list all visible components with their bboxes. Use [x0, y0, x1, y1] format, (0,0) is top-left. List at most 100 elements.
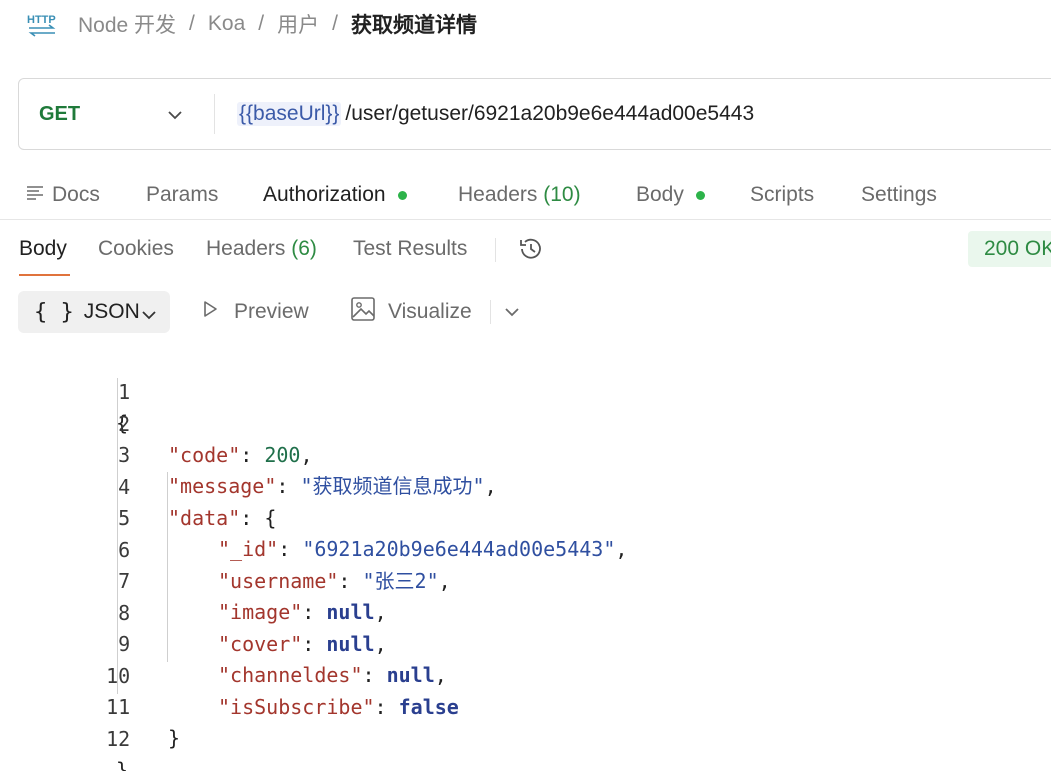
- breadcrumb-item-koa[interactable]: Koa: [208, 12, 245, 36]
- code-line: 4 "data": {: [0, 441, 276, 530]
- json-keyword: false: [398, 695, 459, 719]
- tab-docs-label: Docs: [52, 183, 100, 206]
- tab-params[interactable]: Params: [146, 178, 218, 212]
- tab-body[interactable]: Body: [636, 178, 705, 212]
- response-tab-body[interactable]: Body: [19, 234, 67, 264]
- line-number: 2: [118, 412, 131, 436]
- json-key: "data": [168, 506, 241, 530]
- active-tab-underline: [19, 274, 70, 276]
- line-number: 1: [118, 380, 131, 404]
- code-line: 9 "channeldes": null,: [0, 598, 447, 687]
- format-select[interactable]: { } JSON: [18, 291, 170, 333]
- breadcrumb-separator: /: [189, 12, 195, 35]
- url-variable[interactable]: {{baseUrl}}: [237, 102, 342, 126]
- response-headers-count: (6): [291, 237, 317, 260]
- image-icon: [350, 296, 376, 328]
- line-number: 3: [118, 443, 131, 467]
- code-line: 7 "image": null,: [0, 535, 386, 624]
- json-keyword: null: [386, 663, 435, 687]
- json-key: "code": [168, 443, 241, 467]
- url-input[interactable]: {{baseUrl}} /user/getuser/6921a20b9e6e44…: [237, 102, 754, 126]
- json-keyword: null: [326, 600, 375, 624]
- tab-settings-label: Settings: [861, 183, 937, 206]
- json-string: "获取频道信息成功": [300, 474, 485, 498]
- json-key: "_id": [218, 537, 279, 561]
- json-string: "张三2": [362, 569, 439, 593]
- tab-authorization-label: Authorization: [263, 183, 386, 206]
- line-number: 8: [118, 601, 131, 625]
- tab-headers[interactable]: Headers (10): [458, 178, 581, 212]
- docs-icon: [26, 183, 44, 207]
- method-label: GET: [39, 102, 81, 125]
- json-brace: {: [264, 506, 277, 530]
- response-tab-cookies[interactable]: Cookies: [98, 234, 174, 264]
- breadcrumb-item-user[interactable]: 用户: [277, 9, 319, 39]
- preview-label: Preview: [234, 300, 309, 323]
- code-line: 8 "cover": null,: [0, 567, 386, 656]
- code-line: 12 }: [0, 693, 130, 771]
- close-brace: }: [116, 758, 129, 771]
- json-key: "isSubscribe": [218, 695, 375, 719]
- code-line: 5 "_id": "6921a20b9e6e444ad00e5443",: [0, 472, 627, 561]
- request-title[interactable]: 获取频道详情: [351, 9, 477, 39]
- tab-params-label: Params: [146, 183, 219, 206]
- headers-count: (10): [543, 183, 581, 206]
- response-tabs-divider: [495, 238, 496, 262]
- response-tab-headers[interactable]: Headers (6): [206, 234, 317, 264]
- url-path: /user/getuser/6921a20b9e6e444ad00e5443: [345, 102, 755, 125]
- code-line: 1 {: [0, 346, 130, 435]
- json-keyword: null: [326, 632, 375, 656]
- svg-text:HTTP: HTTP: [27, 14, 56, 26]
- inner-close-brace: }: [168, 726, 181, 750]
- tab-headers-label: Headers: [458, 183, 538, 206]
- line-number: 9: [118, 632, 131, 656]
- http-icon: HTTP: [26, 9, 58, 39]
- line-number: 10: [106, 664, 131, 688]
- authorization-indicator-dot: [397, 190, 407, 200]
- code-line: 2 "code": 200,: [0, 378, 312, 467]
- method-select[interactable]: GET: [19, 79, 214, 149]
- history-icon[interactable]: [516, 234, 546, 264]
- breadcrumb-separator: /: [258, 12, 265, 35]
- chevron-down-icon: [141, 305, 157, 329]
- line-number: 7: [118, 569, 131, 593]
- code-line: 11 }: [0, 661, 180, 750]
- chevron-down-icon[interactable]: [502, 302, 522, 327]
- tab-settings[interactable]: Settings: [861, 178, 937, 212]
- method-divider: [214, 94, 215, 134]
- visualize-button[interactable]: Visualize: [350, 296, 472, 328]
- breadcrumb-separator: /: [332, 12, 338, 35]
- json-key: "cover": [218, 632, 303, 656]
- url-bar: GET {{baseUrl}} /user/getuser/6921a20b9e…: [18, 78, 1051, 150]
- status-badge[interactable]: 200 OK: [968, 231, 1051, 267]
- json-key: "message": [168, 474, 277, 498]
- line-number: 5: [118, 506, 131, 530]
- line-number: 11: [106, 695, 131, 719]
- preview-button[interactable]: Preview: [200, 296, 309, 328]
- request-tabs-divider: [0, 219, 1051, 220]
- tab-docs[interactable]: Docs: [26, 178, 100, 212]
- json-key: "image": [218, 600, 303, 624]
- line-number: 6: [118, 538, 131, 562]
- response-tab-test-results[interactable]: Test Results: [353, 234, 467, 264]
- visualize-divider: [490, 300, 491, 324]
- code-line: 6 "username": "张三2",: [0, 504, 451, 593]
- tab-authorization[interactable]: Authorization: [263, 178, 407, 212]
- json-key: "channeldes": [218, 663, 363, 687]
- body-indicator-dot: [695, 190, 705, 200]
- format-label: JSON: [83, 300, 140, 323]
- tab-scripts-label: Scripts: [750, 183, 815, 206]
- play-icon: [200, 299, 220, 325]
- json-key: "username": [218, 569, 339, 593]
- chevron-down-icon: [166, 106, 184, 129]
- line-number: 4: [118, 475, 131, 499]
- json-number: 200: [264, 443, 301, 467]
- code-line: 10 "isSubscribe": false: [0, 630, 459, 719]
- braces-icon: { }: [34, 299, 74, 325]
- response-tab-headers-label: Headers: [206, 237, 286, 260]
- json-string: "6921a20b9e6e444ad00e5443": [302, 537, 616, 561]
- breadcrumb: HTTP Node 开发 / Koa / 用户 / 获取频道详情: [26, 8, 477, 40]
- tab-body-label: Body: [636, 183, 684, 206]
- breadcrumb-item-node[interactable]: Node 开发: [78, 9, 176, 39]
- tab-scripts[interactable]: Scripts: [750, 178, 814, 212]
